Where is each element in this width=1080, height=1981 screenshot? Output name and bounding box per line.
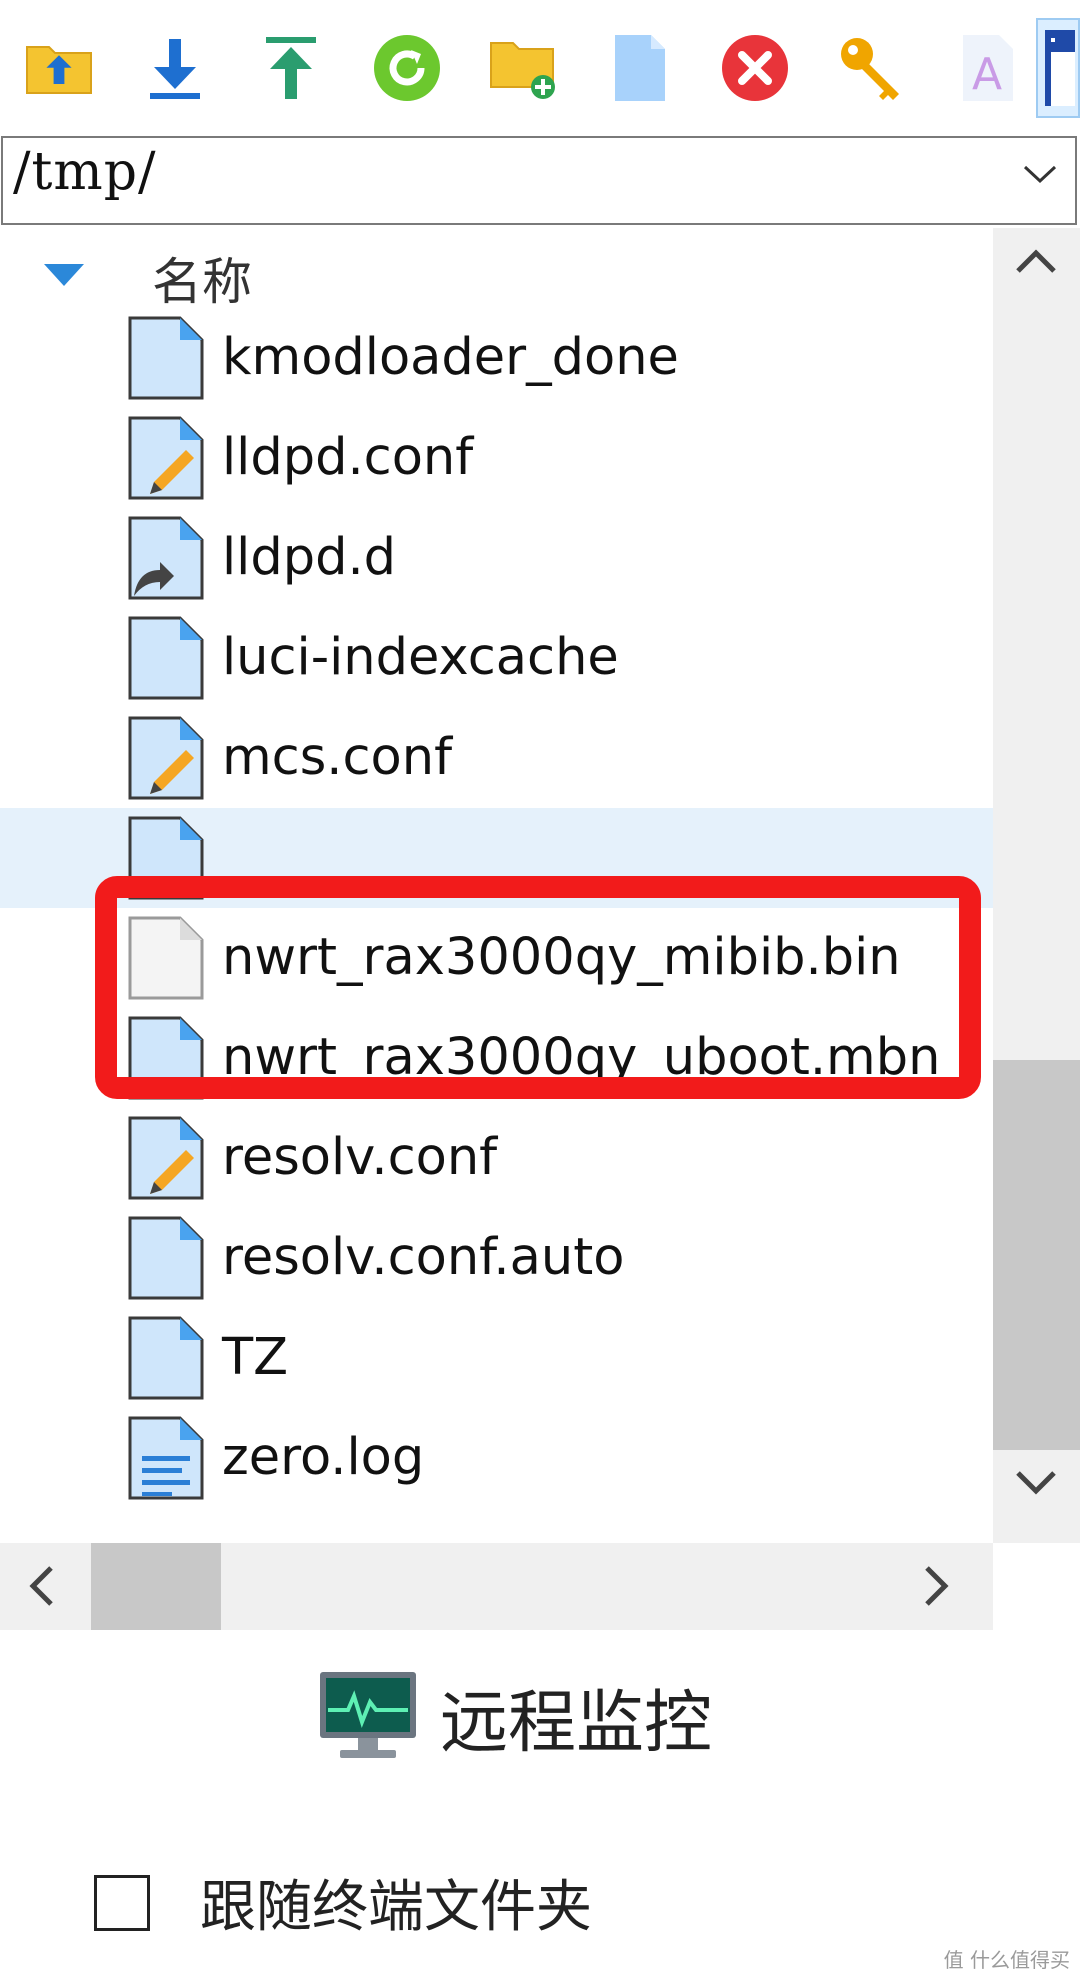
file-edit-icon <box>128 1116 204 1204</box>
refresh-icon <box>374 35 440 101</box>
upload-icon <box>266 37 316 99</box>
file-icon <box>128 1216 204 1304</box>
new-file-button[interactable] <box>594 18 684 118</box>
file-list: 名称 kmodloader_done lldpd.conf lldpd.d lu… <box>0 228 993 1543</box>
list-item[interactable]: luci-indexcache <box>0 608 993 708</box>
follow-terminal-label: 跟随终端文件夹 <box>200 1875 592 1940</box>
file-icon <box>128 616 204 704</box>
file-icon <box>128 1016 204 1104</box>
file-name: TZ <box>222 1328 289 1387</box>
watermark: 值 什么值得买 <box>943 1948 1070 1972</box>
chevron-up-icon[interactable] <box>1015 248 1057 278</box>
file-edit-icon <box>128 716 204 804</box>
upload-button[interactable] <box>246 18 336 118</box>
file-name: luci-indexcache <box>222 628 619 687</box>
file-rows: kmodloader_done lldpd.conf lldpd.d luci-… <box>0 308 993 1508</box>
chevron-right-icon[interactable] <box>924 1565 950 1611</box>
parent-folder-button[interactable] <box>14 18 104 118</box>
svg-text:A: A <box>972 49 1002 100</box>
column-header-name[interactable]: 名称 <box>152 242 252 314</box>
refresh-button[interactable] <box>362 18 452 118</box>
file-name: resolv.conf <box>222 1128 498 1187</box>
file-icon <box>128 816 204 904</box>
rename-icon: A <box>963 35 1013 101</box>
list-item[interactable]: resolv.conf <box>0 1108 993 1208</box>
file-icon <box>128 1316 204 1404</box>
vertical-scroll-thumb[interactable] <box>993 1060 1080 1450</box>
file-name: lldpd.conf <box>222 428 474 487</box>
new-file-icon <box>615 35 665 101</box>
list-item[interactable] <box>0 808 993 908</box>
file-name: lldpd.d <box>222 528 397 587</box>
chevron-down-icon[interactable] <box>1015 1470 1057 1500</box>
file-link-icon <box>128 516 204 604</box>
file-name: zero.log <box>222 1428 425 1487</box>
list-item[interactable]: resolv.conf.auto <box>0 1208 993 1308</box>
file-name: resolv.conf.auto <box>222 1228 625 1287</box>
list-item[interactable]: lldpd.d <box>0 508 993 608</box>
delete-button[interactable] <box>710 18 800 118</box>
list-header[interactable]: 名称 <box>0 228 993 314</box>
toolbar: A <box>0 0 1080 135</box>
file-edit-icon <box>128 416 204 504</box>
file-text-icon <box>128 1416 204 1504</box>
new-folder-button[interactable] <box>478 18 568 118</box>
folder-up-icon <box>26 46 92 94</box>
horizontal-scrollbar[interactable] <box>0 1543 993 1630</box>
monitor-icon <box>320 1672 416 1758</box>
remote-monitor-label: 远程监控 <box>440 1683 713 1763</box>
delete-icon <box>722 35 788 101</box>
list-item[interactable]: nwrt_rax3000qy_mibib.bin <box>0 908 993 1008</box>
path-input[interactable]: /tmp/ <box>13 142 157 202</box>
remote-monitor-button[interactable]: 远程监控 <box>318 1668 712 1764</box>
follow-terminal-checkbox[interactable] <box>94 1874 150 1931</box>
file-name: nwrt_rax3000qy_mibib.bin <box>222 928 901 987</box>
chevron-down-icon[interactable] <box>1023 164 1057 188</box>
file-name: kmodloader_done <box>222 328 679 387</box>
permissions-button[interactable] <box>826 18 916 118</box>
vertical-scrollbar[interactable] <box>993 228 1080 1543</box>
rename-button[interactable]: A <box>942 18 1032 118</box>
horizontal-scroll-thumb[interactable] <box>91 1543 221 1630</box>
key-icon <box>841 38 899 100</box>
list-item[interactable]: nwrt_rax3000qy_uboot.mbn <box>0 1008 993 1108</box>
path-combobox[interactable]: /tmp/ <box>1 136 1077 225</box>
scrollbar-corner <box>993 1543 1080 1630</box>
new-folder-icon <box>490 42 555 99</box>
list-item[interactable]: TZ <box>0 1308 993 1408</box>
follow-terminal-folder[interactable]: 跟随终端文件夹 <box>94 1862 592 1943</box>
list-item[interactable]: lldpd.conf <box>0 408 993 508</box>
list-item[interactable]: zero.log <box>0 1408 993 1508</box>
list-item[interactable]: kmodloader_done <box>0 308 993 408</box>
file-name: nwrt_rax3000qy_uboot.mbn <box>222 1028 941 1087</box>
download-icon <box>150 39 200 99</box>
terminal-view-button[interactable] <box>1036 18 1080 118</box>
list-item[interactable]: mcs.conf <box>0 708 993 808</box>
sort-descending-icon <box>44 264 84 290</box>
window-icon <box>1045 30 1075 106</box>
file-icon <box>128 316 204 404</box>
file-blank-icon <box>128 916 204 1004</box>
file-name: mcs.conf <box>222 728 453 787</box>
download-button[interactable] <box>130 18 220 118</box>
chevron-left-icon[interactable] <box>28 1565 54 1611</box>
